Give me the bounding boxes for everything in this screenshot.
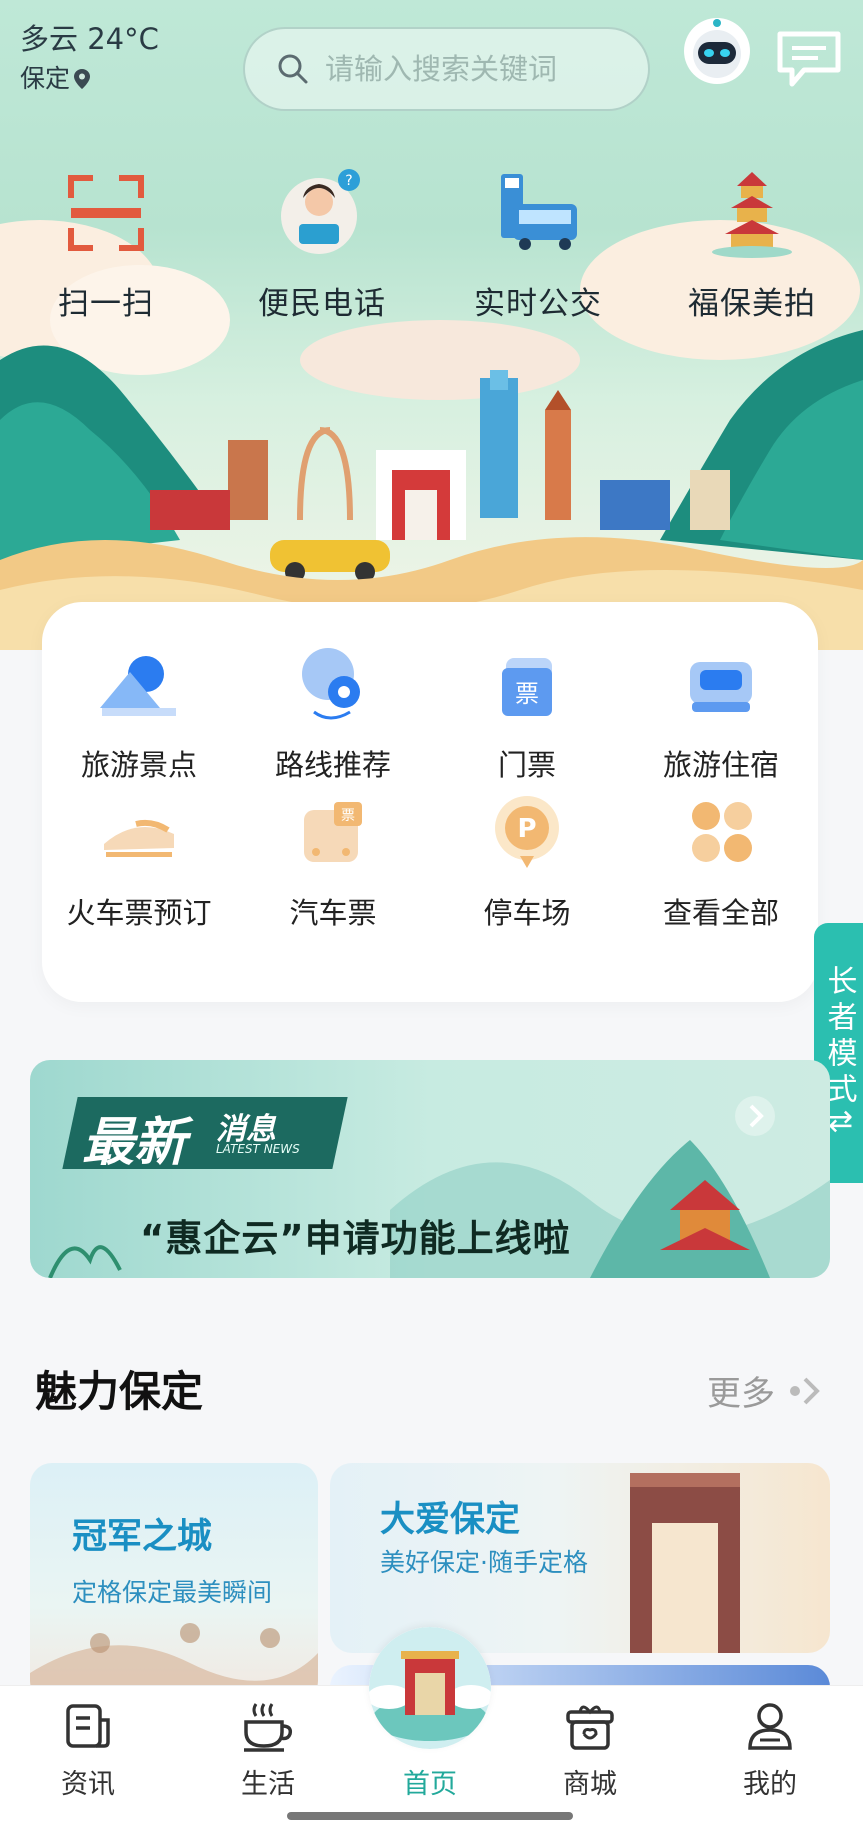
section-title: 魅力保定 bbox=[35, 1367, 204, 1416]
tab-label: 我的 bbox=[743, 1769, 797, 1800]
news-next-icon[interactable] bbox=[735, 1096, 775, 1136]
quick-photo[interactable]: 福保美拍 bbox=[672, 168, 832, 323]
service-label: 停车场 bbox=[483, 896, 571, 930]
mountain-icon bbox=[100, 656, 176, 716]
section-more-link[interactable]: 更多 bbox=[707, 1366, 825, 1415]
quick-label: 福保美拍 bbox=[688, 286, 816, 322]
bus-icon bbox=[501, 174, 577, 250]
parking-icon: P bbox=[495, 796, 559, 868]
service-parking[interactable]: P 停车场 bbox=[430, 790, 624, 932]
service-label: 门票 bbox=[497, 748, 556, 782]
service-label: 旅游住宿 bbox=[662, 748, 779, 782]
quick-label: 便民电话 bbox=[258, 286, 386, 322]
customer-service-icon: ? bbox=[281, 169, 360, 254]
service-tickets[interactable]: 票 门票 bbox=[430, 642, 624, 784]
home-gate-button[interactable] bbox=[369, 1627, 491, 1749]
quick-label: 扫一扫 bbox=[58, 286, 154, 322]
tab-news[interactable]: 资讯 bbox=[28, 1698, 148, 1801]
search-icon bbox=[278, 54, 308, 84]
news-badge-title: 最新 bbox=[82, 1113, 187, 1173]
tile-champion-city[interactable]: 冠军之城 定格保定最美瞬间 bbox=[30, 1463, 318, 1703]
coffee-icon bbox=[244, 1703, 293, 1752]
service-label: 火车票预订 bbox=[66, 896, 212, 930]
location-pin-icon bbox=[74, 69, 91, 89]
more-label: 更多 bbox=[707, 1374, 775, 1414]
quick-bus[interactable]: 实时公交 bbox=[458, 168, 618, 323]
service-bus-ticket[interactable]: 票 汽车票 bbox=[236, 790, 430, 932]
bus-ticket-icon: 票 bbox=[304, 802, 362, 862]
tile-subtitle: 定格保定最美瞬间 bbox=[72, 1578, 273, 1607]
chevron-right-icon bbox=[790, 1377, 820, 1404]
bus-ticket-glyph: 票 bbox=[341, 808, 355, 824]
news-icon bbox=[66, 1704, 110, 1748]
tile-love-baoding[interactable]: 大爱保定 美好保定·随手定格 bbox=[330, 1463, 830, 1653]
parking-glyph: P bbox=[517, 814, 536, 844]
news-badge-en: LATEST NEWS bbox=[216, 1142, 300, 1156]
svg-text:?: ? bbox=[345, 173, 352, 189]
service-label: 查看全部 bbox=[662, 896, 779, 930]
quick-scan[interactable]: 扫一扫 bbox=[26, 168, 186, 323]
news-headline: “惠企云”申请功能上线啦 bbox=[140, 1217, 571, 1260]
service-label: 旅游景点 bbox=[80, 748, 197, 782]
shop-icon bbox=[566, 1705, 614, 1750]
clover-grid-icon bbox=[692, 802, 752, 862]
hero-banner: 多云 24°C 保定 请输入搜索关键词 扫一扫 ? 便民电话 实时公交 福保美拍 bbox=[0, 0, 863, 650]
robot-assistant-icon[interactable] bbox=[682, 16, 752, 86]
search-input[interactable] bbox=[323, 51, 627, 87]
service-view-all[interactable]: 查看全部 bbox=[624, 790, 818, 932]
message-icon[interactable] bbox=[776, 30, 842, 88]
service-accommodation[interactable]: 旅游住宿 bbox=[624, 642, 818, 784]
service-scenic-spots[interactable]: 旅游景点 bbox=[42, 642, 236, 784]
service-label: 路线推荐 bbox=[274, 748, 391, 782]
train-icon bbox=[104, 819, 174, 857]
quick-label: 实时公交 bbox=[474, 286, 602, 322]
sofa-icon bbox=[690, 662, 752, 712]
service-label: 汽车票 bbox=[289, 896, 377, 930]
latest-news-banner[interactable]: 最新 消息 LATEST NEWS “惠企云”申请功能上线啦 bbox=[30, 1060, 830, 1278]
tile-subtitle: 美好保定·随手定格 bbox=[380, 1548, 588, 1577]
route-pin-icon bbox=[302, 648, 360, 720]
tab-shop[interactable]: 商城 bbox=[530, 1698, 650, 1801]
location-label: 保定 bbox=[20, 62, 159, 96]
ticket-glyph: 票 bbox=[515, 680, 539, 708]
weather-widget[interactable]: 多云 24°C 保定 bbox=[20, 22, 159, 96]
scan-icon bbox=[68, 175, 144, 251]
home-gate-icon bbox=[369, 1627, 491, 1749]
tab-life[interactable]: 生活 bbox=[208, 1698, 328, 1801]
tab-label: 商城 bbox=[563, 1769, 617, 1800]
tab-label: 资讯 bbox=[61, 1769, 115, 1800]
weather-temp: 多云 24°C bbox=[20, 22, 159, 56]
pagoda-icon bbox=[712, 172, 792, 258]
tab-label: 首页 bbox=[403, 1769, 457, 1800]
tile-title: 大爱保定 bbox=[380, 1500, 521, 1540]
service-route[interactable]: 路线推荐 bbox=[236, 642, 430, 784]
tab-label: 生活 bbox=[241, 1769, 295, 1800]
search-bar[interactable] bbox=[243, 27, 650, 111]
service-train[interactable]: 火车票预订 bbox=[42, 790, 236, 932]
user-icon bbox=[748, 1703, 792, 1750]
tab-mine[interactable]: 我的 bbox=[710, 1698, 830, 1801]
service-grid-card: 旅游景点 路线推荐 票 门票 旅游住宿 火车票预订 票 汽车票 P 停车场 查看… bbox=[42, 602, 818, 1002]
app-screen: 多云 24°C 保定 请输入搜索关键词 扫一扫 ? 便民电话 实时公交 福保美拍… bbox=[0, 0, 863, 1833]
home-indicator bbox=[287, 1812, 573, 1820]
ticket-icon: 票 bbox=[502, 658, 552, 716]
quick-hotline[interactable]: ? 便民电话 bbox=[242, 168, 402, 323]
tile-title: 冠军之城 bbox=[72, 1517, 213, 1557]
city-name: 保定 bbox=[20, 64, 71, 93]
